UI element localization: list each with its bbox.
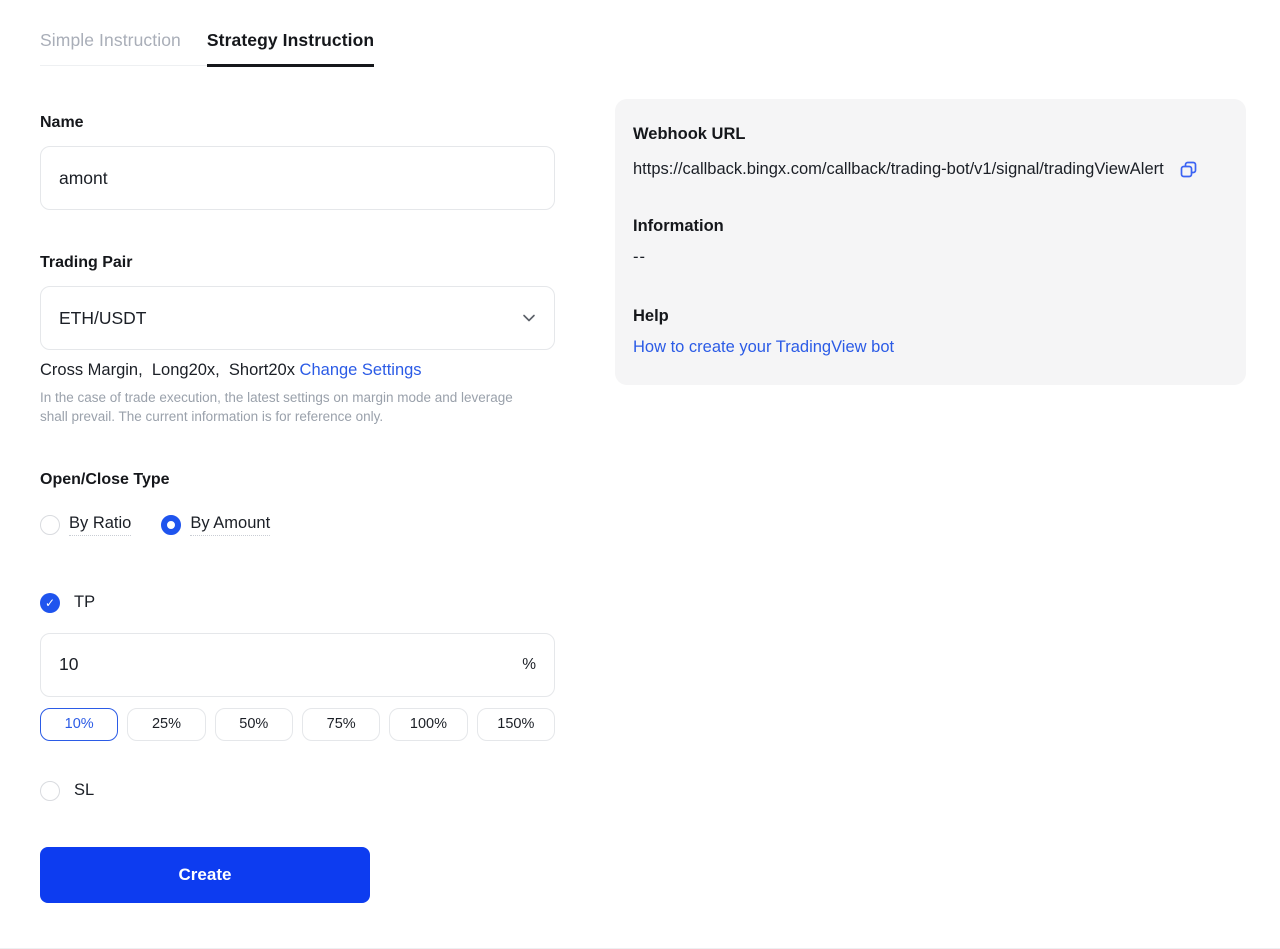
trading-pair-label: Trading Pair [40,254,555,272]
preset-50pct-button[interactable]: 50% [215,708,293,741]
strategy-form-page: Simple Instruction Strategy Instruction … [0,0,1280,949]
information-value: -- [633,248,1200,267]
tp-percent-presets: 10% 25% 50% 75% 100% 150% [40,708,555,741]
main-content: Name Trading Pair ETH/USDT Cross Margin,… [0,66,1280,903]
webhook-url-label: Webhook URL [633,125,1200,144]
name-field-wrap [40,146,555,210]
margin-leverage-info: Cross Margin, Long20x, Short20x Change S… [40,361,555,380]
tp-unit-label: % [522,656,536,674]
trading-pair-value: ETH/USDT [59,308,147,329]
radio-by-amount[interactable]: By Amount [161,514,270,536]
webhook-url-value: https://callback.bingx.com/callback/trad… [633,156,1170,183]
help-label: Help [633,307,1200,326]
name-input[interactable] [59,168,536,189]
name-label: Name [40,114,555,132]
tp-toggle-row: ✓ TP [40,593,555,613]
info-panel: Webhook URL https://callback.bingx.com/c… [615,99,1246,385]
radio-icon [161,515,181,535]
chevron-down-icon [522,311,536,325]
open-close-type-label: Open/Close Type [40,471,555,489]
create-button[interactable]: Create [40,847,370,903]
preset-25pct-button[interactable]: 25% [127,708,205,741]
radio-by-ratio[interactable]: By Ratio [40,514,131,536]
open-close-options: By Ratio By Amount [40,514,555,536]
sl-checkbox[interactable] [40,781,60,801]
preset-100pct-button[interactable]: 100% [389,708,467,741]
help-tradingview-link[interactable]: How to create your TradingView bot [633,338,1200,357]
trading-pair-select[interactable]: ETH/USDT [40,286,555,350]
tp-label: TP [74,593,95,612]
tab-strategy-instruction[interactable]: Strategy Instruction [207,30,374,67]
webhook-url-row: https://callback.bingx.com/callback/trad… [633,156,1200,183]
copy-icon[interactable] [1179,160,1198,179]
tp-value-input[interactable] [59,654,479,675]
instruction-tabs: Simple Instruction Strategy Instruction [40,30,374,66]
margin-leverage-text: Cross Margin, Long20x, Short20x [40,361,300,379]
strategy-form: Name Trading Pair ETH/USDT Cross Margin,… [40,99,555,903]
radio-icon [40,515,60,535]
information-label: Information [633,217,1200,236]
leverage-disclaimer: In the case of trade execution, the late… [40,389,540,427]
preset-150pct-button[interactable]: 150% [477,708,555,741]
tab-simple-instruction[interactable]: Simple Instruction [40,30,181,65]
tp-checkbox[interactable]: ✓ [40,593,60,613]
radio-by-amount-label: By Amount [190,514,270,536]
preset-10pct-button[interactable]: 10% [40,708,118,741]
preset-75pct-button[interactable]: 75% [302,708,380,741]
tp-field-wrap: % [40,633,555,697]
change-settings-link[interactable]: Change Settings [300,361,422,379]
radio-by-ratio-label: By Ratio [69,514,131,536]
sl-label: SL [74,781,94,800]
sl-toggle-row: SL [40,781,555,801]
